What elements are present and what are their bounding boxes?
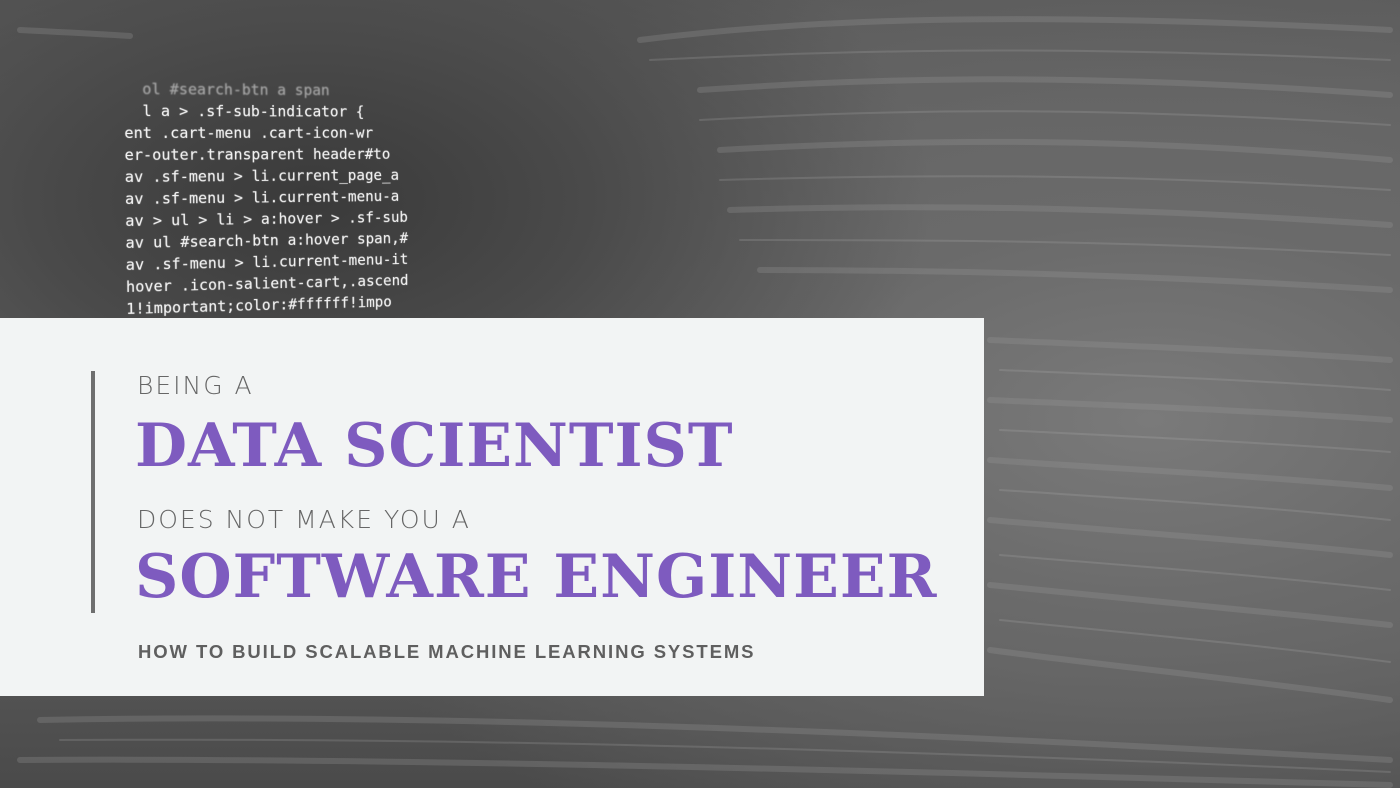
- title-software-engineer: SOFTWARE ENGINEER: [135, 542, 938, 612]
- code-snippet: ol #search-btn a span l a > .sf-sub-indi…: [124, 78, 637, 318]
- title-data-scientist: DATA SCIENTIST: [135, 411, 734, 481]
- subtitle: HOW TO BUILD SCALABLE MACHINE LEARNING S…: [138, 641, 756, 662]
- title-line-does-not-make-you-a: DOES NOT MAKE YOU A: [137, 505, 471, 534]
- title-card: BEING A DATA SCIENTIST DOES NOT MAKE YOU…: [0, 318, 984, 696]
- accent-bar: [91, 371, 95, 613]
- title-line-being-a: BEING A: [137, 371, 254, 400]
- code-line: ol #search-btn a span: [123, 79, 330, 100]
- code-line: er-outer.transparent header#to: [124, 145, 391, 164]
- code-line: ent .cart-menu .cart-icon-wr: [124, 123, 374, 142]
- code-line: l a > .sf-sub-indicator {: [124, 101, 365, 121]
